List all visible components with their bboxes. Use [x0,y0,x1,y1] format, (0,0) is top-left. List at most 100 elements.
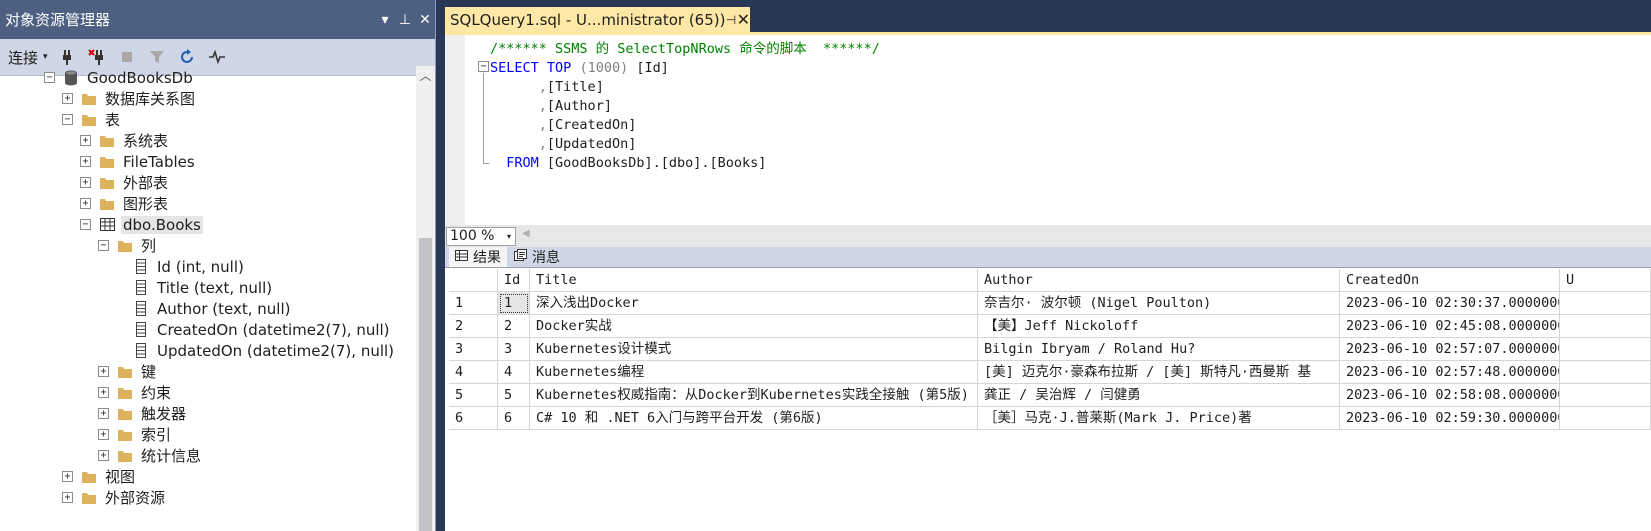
cell-updated[interactable] [1560,361,1651,384]
tab-messages[interactable]: 消息 [508,247,566,267]
row-number[interactable]: 6 [449,407,498,430]
tree-node-books-table[interactable]: − dbo.Books [80,214,203,235]
expand-icon[interactable]: + [98,429,109,440]
collapse-icon[interactable]: − [80,219,91,230]
close-panel-icon[interactable]: ✕ [415,12,435,28]
expand-icon[interactable]: + [80,156,91,167]
expand-icon[interactable]: + [62,471,73,482]
results-grid[interactable]: Id Title Author CreatedOn U 1 1 深入浅出Dock… [445,267,1651,531]
tab-sqlquery1[interactable]: SQLQuery1.sql - U...ministrator (65)) ⊣ … [445,7,750,32]
pin-tab-icon[interactable]: ⊣ [725,13,736,27]
tree-node-system-tables[interactable]: + 系统表 [80,130,170,151]
tree-node-triggers[interactable]: + 触发器 [98,403,188,424]
refresh-icon[interactable] [176,46,198,68]
cell-created[interactable]: 2023-06-10 02:57:07.0000000 [1340,338,1560,361]
cell-author[interactable]: [美] 迈克尔·豪森布拉斯 / [美] 斯特凡·西曼斯 基 [978,361,1340,384]
filter-icon[interactable] [146,46,168,68]
cell-id[interactable]: 4 [498,361,530,384]
tree-node-filetables[interactable]: + FileTables [80,151,197,172]
expand-icon[interactable]: + [80,177,91,188]
row-number[interactable]: 1 [449,292,498,315]
cell-author[interactable]: 龚正 / 吴治辉 / 闫健勇 [978,384,1340,407]
cell-author[interactable]: 【美】Jeff Nickoloff [978,315,1340,338]
expand-icon[interactable]: + [80,198,91,209]
tree-node-views[interactable]: + 视图 [62,466,137,487]
cell-id[interactable]: 5 [498,384,530,407]
tree-node-tables[interactable]: − 表 [62,109,122,130]
cell-title[interactable]: C# 10 和 .NET 6入门与跨平台开发 (第6版) [530,407,978,430]
expand-icon[interactable]: + [62,93,73,104]
column-header[interactable]: U [1560,269,1651,292]
fold-collapse-icon[interactable]: − [478,61,489,72]
cell-id[interactable]: 6 [498,407,530,430]
tree-node-column[interactable]: Id (int, null) [133,256,246,277]
cell-created[interactable]: 2023-06-10 02:59:30.0000000 [1340,407,1560,430]
tree-node-graph-tables[interactable]: + 图形表 [80,193,170,214]
tree-node-column[interactable]: CreatedOn (datetime2(7), null) [133,319,392,340]
column-header[interactable]: Id [498,269,530,292]
cell-updated[interactable] [1560,338,1651,361]
scroll-left-icon[interactable]: ◀ [522,228,530,239]
tree-node-column[interactable]: UpdatedOn (datetime2(7), null) [133,340,396,361]
cell-title[interactable]: Kubernetes设计模式 [530,338,978,361]
tree-node-constraints[interactable]: + 约束 [98,382,173,403]
tree-scrollbar[interactable]: ︿ [416,66,435,531]
expand-icon[interactable]: + [98,450,109,461]
cell-author[interactable]: Bilgin Ibryam / Roland Hu? [978,338,1340,361]
expand-icon[interactable]: + [98,387,109,398]
cell-created[interactable]: 2023-06-10 02:45:08.0000000 [1340,315,1560,338]
activity-monitor-icon[interactable] [206,46,228,68]
row-number[interactable]: 4 [449,361,498,384]
cell-updated[interactable] [1560,292,1651,315]
tree-node-indexes[interactable]: + 索引 [98,424,173,445]
cell-id[interactable]: 1 [498,292,530,315]
expand-icon[interactable]: + [98,366,109,377]
cell-title[interactable]: 深入浅出Docker [530,292,978,315]
cell-title[interactable]: Docker实战 [530,315,978,338]
tree-node-keys[interactable]: + 键 [98,361,158,382]
scroll-up-icon[interactable]: ︿ [416,66,435,86]
cell-updated[interactable] [1560,315,1651,338]
tree-node-column[interactable]: Title (text, null) [133,277,274,298]
collapse-icon[interactable]: − [98,240,109,251]
row-number[interactable]: 2 [449,315,498,338]
tree-node-database[interactable]: − GoodBooksDb [44,67,195,88]
window-position-dropdown-icon[interactable]: ▾ [375,12,395,28]
expand-icon[interactable]: + [62,492,73,503]
collapse-icon[interactable]: − [62,114,73,125]
cell-updated[interactable] [1560,384,1651,407]
tree-node-column[interactable]: Author (text, null) [133,298,292,319]
disconnect-icon[interactable] [86,46,108,68]
expand-icon[interactable]: + [98,408,109,419]
column-header[interactable]: CreatedOn [1340,269,1560,292]
cell-title[interactable]: Kubernetes编程 [530,361,978,384]
cell-updated[interactable] [1560,407,1651,430]
cell-author[interactable]: ［美］马克·J.普莱斯(Mark J. Price)著 [978,407,1340,430]
cell-created[interactable]: 2023-06-10 02:57:48.0000000 [1340,361,1560,384]
close-tab-icon[interactable]: ✕ [737,10,750,29]
column-header[interactable]: Author [978,269,1340,292]
cell-id[interactable]: 3 [498,338,530,361]
cell-title[interactable]: Kubernetes权威指南：从Docker到Kubernetes实践全接触 (… [530,384,978,407]
cell-created[interactable]: 2023-06-10 02:58:08.0000000 [1340,384,1560,407]
column-header[interactable]: Title [530,269,978,292]
zoom-select[interactable]: 100 % ▾ [446,227,516,246]
tree-node-columns[interactable]: − 列 [98,235,158,256]
row-number[interactable]: 3 [449,338,498,361]
auto-hide-pin-icon[interactable]: ⊥ [395,12,415,28]
tree-node-external-resources[interactable]: + 外部资源 [62,487,167,508]
expand-icon[interactable]: + [80,135,91,146]
tree-node-database-diagrams[interactable]: + 数据库关系图 [62,88,197,109]
scrollbar-thumb[interactable] [419,238,432,531]
cell-id[interactable]: 2 [498,315,530,338]
sql-editor[interactable]: − /****** SSMS 的 SelectTopNRows 命令的脚本 **… [445,35,1651,225]
cell-created[interactable]: 2023-06-10 02:30:37.0000000 [1340,292,1560,315]
stop-icon[interactable] [116,46,138,68]
connect-plug-icon[interactable] [56,46,78,68]
tab-results[interactable]: 结果 [449,247,507,267]
cell-author[interactable]: 奈吉尔· 波尔顿 (Nigel Poulton) [978,292,1340,315]
row-number[interactable]: 5 [449,384,498,407]
collapse-icon[interactable]: − [44,72,55,83]
tree-node-statistics[interactable]: + 统计信息 [98,445,203,466]
tree-node-external-tables[interactable]: + 外部表 [80,172,170,193]
